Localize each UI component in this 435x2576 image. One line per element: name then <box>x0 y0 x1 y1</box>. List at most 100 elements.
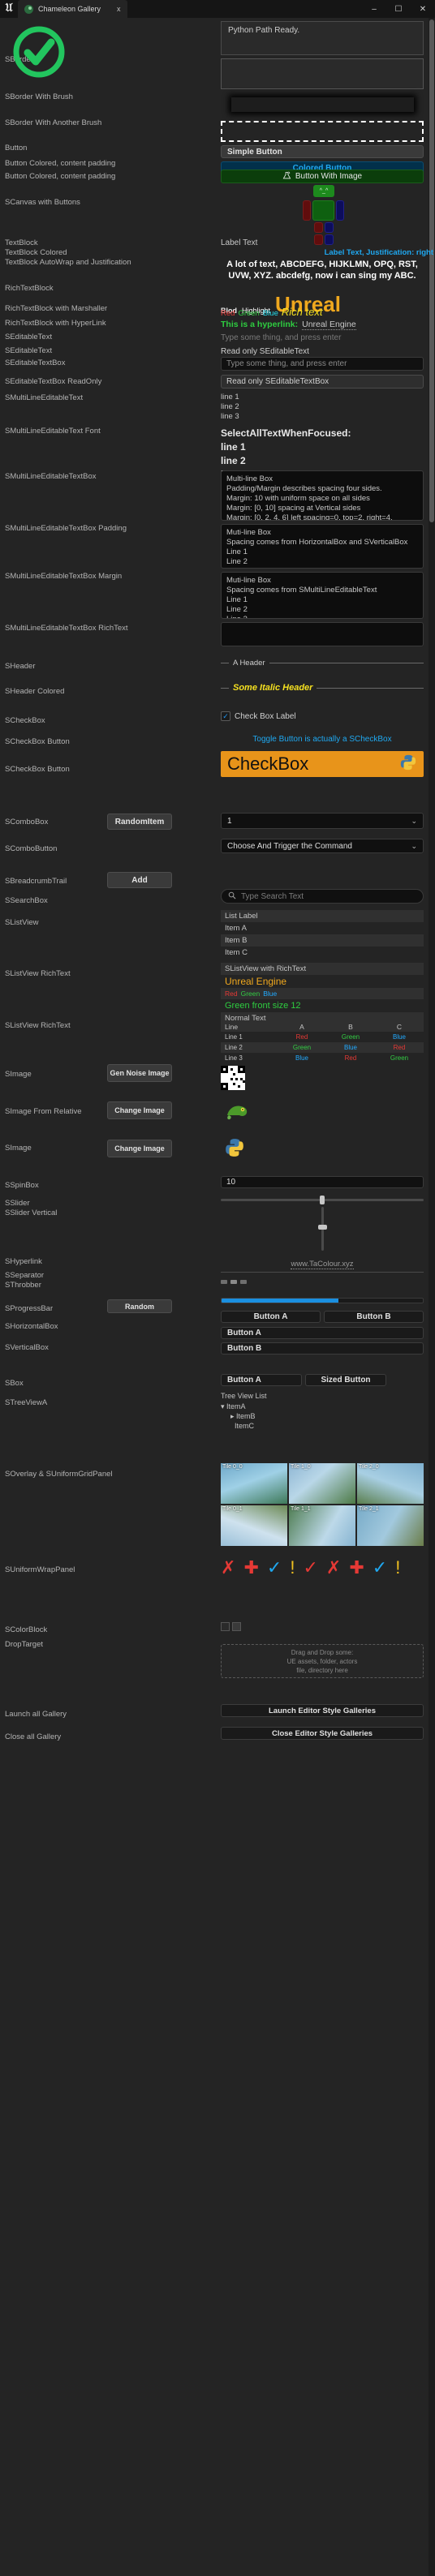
smultiline-editable-textbox-richtext[interactable]: This is a hyperlink show RichText In SMu… <box>221 622 424 646</box>
table-row[interactable]: Line 2 Green Blue Red <box>221 1042 424 1053</box>
label-text-right: Label Text, Justification: right <box>324 248 433 257</box>
unreal-engine-hyperlink[interactable]: Unreal Engine <box>302 320 356 330</box>
tree-node-child[interactable]: ItemC <box>221 1422 424 1432</box>
python-icon <box>399 753 417 775</box>
v-button-b[interactable]: Button B <box>221 1342 424 1355</box>
color-swatch-1[interactable] <box>221 1622 230 1631</box>
slider-horizontal[interactable] <box>221 1196 424 1204</box>
tree-view-title: Tree View List <box>221 1392 267 1400</box>
drop-target[interactable]: Drag and Drop some: UE assets, folder, a… <box>221 1644 424 1678</box>
list-item[interactable]: Item A <box>221 922 424 934</box>
uniform-grid-panel: Tile 0_0 Tile 1_0 Tile 2_0 Tile 0_1 Tile… <box>221 1463 424 1546</box>
window-close-button[interactable]: ✕ <box>411 0 435 18</box>
button-with-image[interactable]: Button With Image <box>221 170 424 183</box>
tree-node-child[interactable]: ▸ ItemB <box>221 1412 424 1422</box>
gen-noise-image-button[interactable]: Gen Noise Image <box>107 1064 172 1082</box>
sized-button[interactable]: Sized Button <box>305 1374 386 1386</box>
close-editor-style-galleries-button[interactable]: Close Editor Style Galleries <box>221 1727 424 1740</box>
search-box[interactable]: Type Search Text <box>221 889 424 904</box>
change-image-button-2[interactable]: Change Image <box>107 1140 172 1157</box>
grid-tile[interactable]: Tile 2_1 <box>357 1505 424 1546</box>
change-image-button-1[interactable]: Change Image <box>107 1101 172 1119</box>
row-label-sspinbox: SSpinBox <box>5 1181 39 1190</box>
canvas-button-red-leg-2[interactable] <box>314 234 323 245</box>
table-cell-a: Green <box>292 1044 312 1051</box>
toggle-checkbox-button[interactable]: Toggle Button is actually a SCheckBox <box>221 735 424 744</box>
throbber-dot-1 <box>221 1280 227 1284</box>
list-richtext-row-unreal[interactable]: Unreal Engine <box>221 975 424 988</box>
spin-box[interactable]: 10 <box>221 1176 424 1188</box>
canvas-button-blue-right[interactable] <box>336 200 344 221</box>
maximize-button[interactable]: ☐ <box>386 0 411 18</box>
tacolour-hyperlink[interactable]: www.TaColour.xyz <box>291 1260 354 1269</box>
row-label-sheader: SHeader <box>5 662 36 671</box>
slider-handle[interactable] <box>320 1196 325 1204</box>
list-view-richtext[interactable]: SListView with RichText Unreal Engine Re… <box>221 963 424 1024</box>
tile-label: Tile 0_0 <box>222 1464 243 1470</box>
grid-tile[interactable]: Tile 2_0 <box>357 1463 424 1504</box>
grid-tile[interactable]: Tile 1_0 <box>289 1463 355 1504</box>
table-row[interactable]: Line 3 Blue Red Green <box>221 1053 424 1063</box>
add-breadcrumb-button[interactable]: Add <box>107 872 172 888</box>
launch-editor-style-galleries-button[interactable]: Launch Editor Style Galleries <box>221 1704 424 1717</box>
minimize-button[interactable]: – <box>362 0 386 18</box>
h-button-b[interactable]: Button B <box>324 1311 424 1323</box>
canvas-button-green-body[interactable] <box>312 200 334 221</box>
canvas-button-red-left[interactable] <box>303 200 311 221</box>
h-button-a[interactable]: Button A <box>221 1311 321 1323</box>
tree-view[interactable]: Tree View List ▾ ItemA ▸ ItemB ItemC <box>221 1392 424 1432</box>
combobutton[interactable]: Choose And Trigger the Command ⌄ <box>221 839 424 853</box>
python-input-panel[interactable] <box>221 58 424 89</box>
combobutton-value: Choose And Trigger the Command <box>227 841 352 851</box>
search-icon <box>228 891 236 902</box>
seditabletextbox[interactable]: Type some thing, and press enter <box>221 357 424 371</box>
tab-chameleon-gallery[interactable]: Chameleon Gallery x <box>18 0 127 18</box>
row-label-sverticalbox: SVerticalBox <box>5 1343 49 1352</box>
row-label-smultilinebox-rich: SMultiLineEditableTextBox RichText <box>5 624 128 633</box>
row-label-seditabletextbox-ro: SEditableTextBox ReadOnly <box>5 377 102 386</box>
tree-node-root[interactable]: ▾ ItemA <box>221 1402 424 1412</box>
row-label-sborder-another: SBorder With Another Brush <box>5 118 102 127</box>
seditabletext-placeholder[interactable]: Type some thing, and press enter <box>221 333 341 342</box>
v-button-a[interactable]: Button A <box>221 1327 424 1339</box>
unreal-logo-icon: 𝔘 <box>0 0 18 18</box>
random-item-button[interactable]: RandomItem <box>107 814 172 830</box>
sbox-button-a[interactable]: Button A <box>221 1374 302 1386</box>
big-checkbox-button[interactable]: CheckBox <box>221 751 424 777</box>
color-swatch-2[interactable] <box>232 1622 241 1631</box>
list-richtext-row-rgb[interactable]: Red Green Blue <box>221 988 424 999</box>
smultiline-editable-textbox-padding[interactable]: Muti-line Box Spacing comes from Horizon… <box>221 524 424 569</box>
list-item[interactable]: Item C <box>221 947 424 959</box>
slider-vertical[interactable] <box>318 1207 327 1251</box>
simple-button[interactable]: Simple Button <box>221 145 424 158</box>
combobox[interactable]: 1 ⌄ <box>221 813 424 829</box>
checkbox-input[interactable]: ✓ <box>221 711 230 721</box>
slider-vertical-handle[interactable] <box>318 1225 327 1230</box>
row-label-button: Button <box>5 144 28 152</box>
grid-tile[interactable]: Tile 1_1 <box>289 1505 355 1546</box>
grid-tile[interactable]: Tile 0_0 <box>221 1463 287 1504</box>
smultiline-editable-text[interactable]: line 1 line 2 line 3 <box>221 393 239 422</box>
scheckbox-row[interactable]: ✓ Check Box Label <box>221 711 296 721</box>
canvas-button-blue-leg-2[interactable] <box>325 234 334 245</box>
canvas-button-red-leg-1[interactable] <box>314 222 323 233</box>
seditabletext-readonly: Read only SEditableText <box>221 347 309 356</box>
progress-bar-fill <box>222 1299 338 1303</box>
listview-red: Red <box>225 990 238 998</box>
random-button[interactable]: Random <box>107 1299 172 1313</box>
smultiline-editable-textbox-margin[interactable]: Muti-line Box Spacing comes from SMultiL… <box>221 572 424 619</box>
list-view-table[interactable]: Line A B C Line 1 Red Green Blue Line 2 … <box>221 1021 424 1063</box>
canvas-button-blue-leg-1[interactable] <box>325 222 334 233</box>
list-item[interactable]: Item B <box>221 934 424 947</box>
close-icon[interactable]: x <box>117 5 121 13</box>
list-richtext-row-greenfont[interactable]: Green front size 12 <box>221 999 424 1012</box>
rich-hyperlink-row: This is a hyperlink: Unreal Engine <box>221 320 356 330</box>
header-colored-line-right <box>317 687 424 689</box>
row-label-richtextblock: RichTextBlock <box>5 284 54 293</box>
grid-tile[interactable]: Tile 0_1 <box>221 1505 287 1546</box>
row-label-scanvas: SCanvas with Buttons <box>5 198 80 207</box>
list-view[interactable]: List Label Item A Item B Item C <box>221 910 424 959</box>
canvas-face-button[interactable]: ^_^ <box>313 185 334 197</box>
table-row[interactable]: Line 1 Red Green Blue <box>221 1032 424 1042</box>
smultiline-editable-textbox[interactable]: Multi-line Box Padding/Margin describes … <box>221 470 424 521</box>
